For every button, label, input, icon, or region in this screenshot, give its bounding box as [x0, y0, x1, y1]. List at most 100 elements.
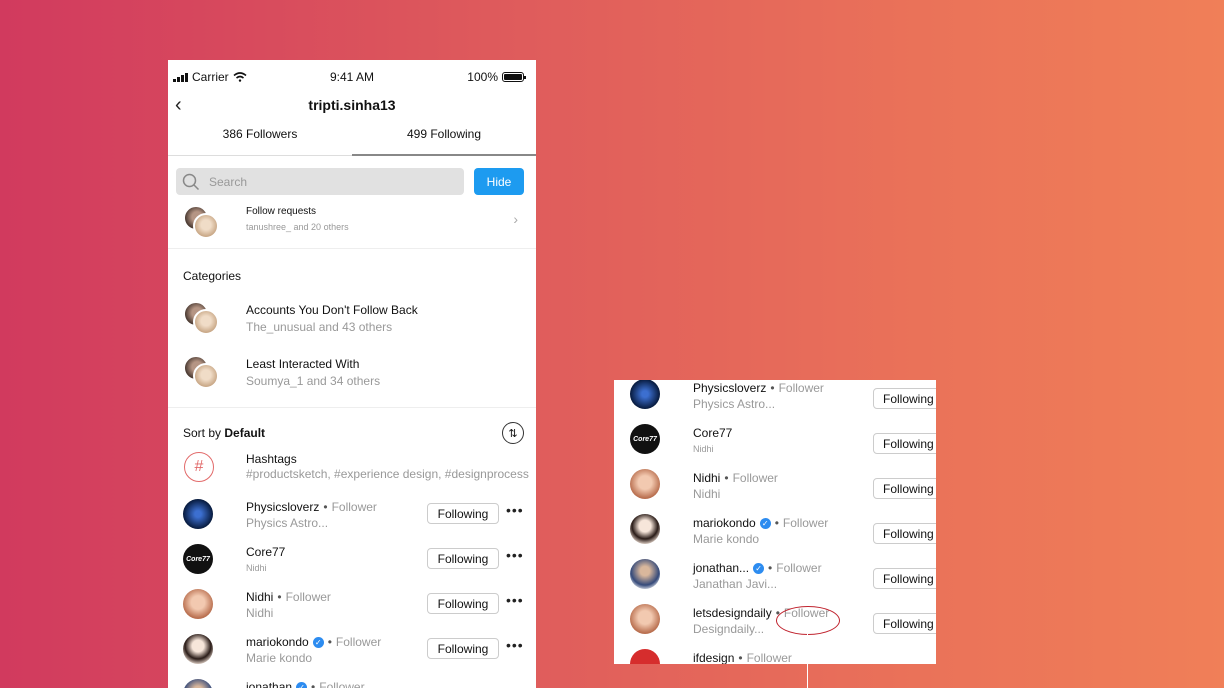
avatar[interactable] [183, 634, 213, 664]
avatar[interactable] [630, 469, 660, 499]
more-options-icon[interactable]: ••• [506, 547, 524, 563]
username[interactable]: Physicsloverz [246, 500, 319, 514]
list-item[interactable]: jonathan ✓ • Follower [168, 674, 536, 688]
more-options-icon[interactable]: ••• [506, 592, 524, 608]
list-item[interactable]: Physicsloverz • Follower Physics Astro... Fo… [168, 494, 536, 539]
username[interactable]: ifdesign [693, 651, 734, 664]
user-fullname: Marie kondo [693, 532, 760, 546]
verified-icon: ✓ [312, 636, 324, 648]
username[interactable]: letsdesigndaily [693, 606, 772, 620]
username[interactable]: mariokondo [246, 635, 309, 649]
following-button[interactable]: Following [427, 548, 499, 569]
separator-dot: • [277, 590, 282, 604]
tab-bar: 386 Followers 499 Following [168, 120, 536, 156]
avatar[interactable] [183, 499, 213, 529]
list-item[interactable]: Core77 Core77 Nidhi Following [614, 424, 936, 469]
status-bar: Carrier 9:41 AM 100% [168, 60, 536, 94]
avatar [193, 213, 219, 239]
following-button[interactable]: Following [873, 478, 936, 499]
separator-dot: • [327, 635, 332, 649]
follow-requests-row[interactable]: Follow requests tanushree_ and 20 others… [168, 195, 536, 249]
page-title: tripti.sinha13 [308, 97, 396, 113]
follower-tag: Follower [746, 651, 792, 664]
follower-tag: Follower [285, 590, 331, 604]
user-fullname: Physics Astro... [693, 397, 776, 411]
list-item[interactable]: letsdesigndaily • Follower Designdaily... Fo… [614, 604, 936, 649]
avatar[interactable]: Core77 [183, 544, 213, 574]
avatar[interactable] [183, 679, 213, 688]
avatar[interactable] [630, 514, 660, 544]
follower-tag: Follower [319, 680, 365, 688]
back-icon[interactable]: ‹ [175, 94, 182, 116]
username-line: Physicsloverz • Follower [693, 381, 824, 395]
username-line: jonathan... ✓ • Follower [693, 561, 822, 575]
more-options-icon[interactable]: ••• [506, 502, 524, 518]
search-placeholder: Search [209, 174, 248, 189]
sort-value[interactable]: Default [224, 426, 265, 440]
list-item[interactable]: ifdesign • Follower [614, 649, 936, 664]
username[interactable]: Core77 [693, 426, 732, 440]
list-item[interactable]: mariokondo ✓ • Follower Marie kondo Following [614, 514, 936, 559]
search-input[interactable]: Search [176, 168, 464, 195]
avatar[interactable] [630, 649, 660, 664]
separator-dot: • [738, 651, 743, 664]
following-button[interactable]: Following [427, 503, 499, 524]
follower-highlight-circle [776, 606, 840, 635]
username-line: mariokondo ✓ • Follower [246, 635, 381, 649]
following-button[interactable]: Following [427, 638, 499, 659]
username-line: Nidhi • Follower [693, 471, 778, 485]
list-item[interactable]: Core77 Core77 Nidhi Following ••• [168, 539, 536, 584]
follower-tag: Follower [778, 381, 824, 395]
list-item[interactable]: Physicsloverz • Follower Physics Astro... Fo… [614, 380, 936, 424]
user-text: Physicsloverz • Follower Physics Astro... [246, 500, 377, 530]
category-item[interactable]: Accounts You Don't Follow Back The_unusu… [168, 293, 536, 347]
sort-icon[interactable]: ⇅ [502, 422, 524, 444]
chevron-right-icon: › [513, 211, 518, 227]
avatar[interactable] [630, 559, 660, 589]
user-fullname: Nidhi [246, 563, 267, 573]
username[interactable]: Nidhi [693, 471, 720, 485]
avatar[interactable] [183, 589, 213, 619]
username[interactable]: Physicsloverz [693, 381, 766, 395]
list-item[interactable]: mariokondo ✓ • Follower Marie kondo Following… [168, 629, 536, 674]
follower-tag: Follower [776, 561, 822, 575]
category-item[interactable]: Least Interacted With Soumya_1 and 34 ot… [168, 347, 536, 401]
user-text: ifdesign • Follower [693, 651, 792, 664]
verified-icon: ✓ [759, 517, 771, 529]
category-subtitle: The_unusual and 43 others [246, 320, 393, 334]
username[interactable]: jonathan [246, 680, 292, 688]
hashtags-row[interactable]: # Hashtags #productsketch, #experience d… [168, 452, 536, 494]
username[interactable]: mariokondo [693, 516, 756, 530]
avatar [193, 309, 219, 335]
following-button[interactable]: Following [427, 593, 499, 614]
battery-icon [502, 72, 526, 82]
hide-button[interactable]: Hide [474, 168, 524, 195]
follower-tag: Follower [732, 471, 778, 485]
follower-tag: Follower [335, 635, 382, 649]
tab-following[interactable]: 499 Following [352, 120, 536, 156]
following-button[interactable]: Following [873, 523, 936, 544]
avatar[interactable] [630, 604, 660, 634]
user-text: mariokondo ✓ • Follower Marie kondo [693, 516, 828, 546]
user-text: jonathan... ✓ • Follower Janathan Javi... [693, 561, 822, 591]
list-item[interactable]: Nidhi • Follower Nidhi Following [614, 469, 936, 514]
list-item[interactable]: jonathan... ✓ • Follower Janathan Javi... Fol… [614, 559, 936, 604]
user-text: Nidhi • Follower Nidhi [693, 471, 778, 501]
categories-heading: Categories [183, 269, 242, 283]
separator-dot: • [311, 680, 316, 688]
separator-dot: • [774, 516, 779, 530]
following-button[interactable]: Following [873, 433, 936, 454]
follow-requests-subtitle: tanushree_ and 20 others [246, 222, 349, 232]
following-button[interactable]: Following [873, 388, 936, 409]
avatar[interactable] [630, 380, 660, 409]
follow-requests-avatars [183, 205, 223, 241]
username[interactable]: Core77 [246, 545, 285, 559]
username[interactable]: Nidhi [246, 590, 273, 604]
following-button[interactable]: Following [873, 568, 936, 589]
following-button[interactable]: Following [873, 613, 936, 634]
tab-followers[interactable]: 386 Followers [168, 120, 352, 155]
list-item[interactable]: Nidhi • Follower Nidhi Following ••• [168, 584, 536, 629]
more-options-icon[interactable]: ••• [506, 637, 524, 653]
avatar[interactable]: Core77 [630, 424, 660, 454]
username[interactable]: jonathan... [693, 561, 749, 575]
